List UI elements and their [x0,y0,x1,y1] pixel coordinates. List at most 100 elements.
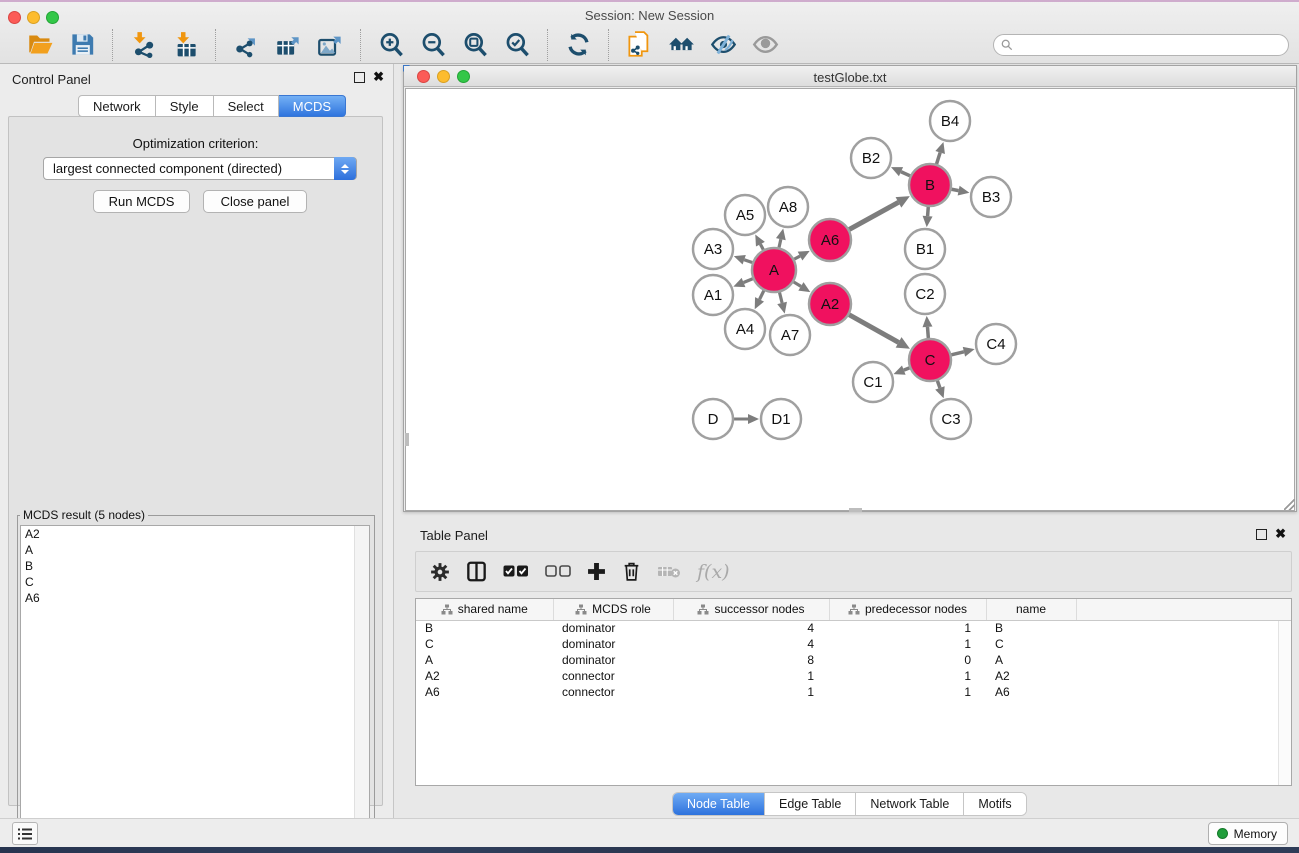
table-row[interactable]: Cdominator41C [416,636,1291,652]
tab-mcds[interactable]: MCDS [279,95,346,117]
graph-node-C1[interactable]: C1 [853,362,893,402]
function-builder-button[interactable]: f(x) [697,557,730,587]
table-row[interactable]: Adominator80A [416,652,1291,668]
combo-stepper-icon[interactable] [334,157,356,180]
table-cell[interactable]: 4 [673,620,829,636]
graph-edge-B-B1[interactable] [928,207,929,216]
graph-node-D1[interactable]: D1 [761,399,801,439]
delete-column-button[interactable] [622,557,641,587]
mcds-result-item[interactable]: A [21,542,369,558]
graph-node-A2[interactable]: A2 [809,283,851,325]
column-header-predecessor-nodes[interactable]: predecessor nodes [829,599,986,620]
graph-node-B4[interactable]: B4 [930,101,970,141]
graph-node-C3[interactable]: C3 [931,399,971,439]
table-cell[interactable]: B [416,620,553,636]
graph-edge-A-A1[interactable] [744,279,753,283]
table-cell[interactable]: A6 [416,684,553,700]
column-header-MCDS-role[interactable]: MCDS role [553,599,673,620]
mcds-result-item[interactable]: B [21,558,369,574]
tab-network[interactable]: Network [78,95,156,117]
graph-node-A7[interactable]: A7 [770,315,810,355]
graph-node-A5[interactable]: A5 [725,195,765,235]
graph-node-A6[interactable]: A6 [809,219,851,261]
save-session-button[interactable] [64,29,100,61]
table-cell[interactable]: 1 [673,684,829,700]
graph-edge-A-A8[interactable] [779,239,781,247]
tab-node-table[interactable]: Node Table [673,793,765,815]
table-cell[interactable]: 1 [829,636,986,652]
graph-edge-C-C4[interactable] [951,352,964,355]
canvas-vertical-scroll-thumb[interactable] [405,433,409,446]
import-table-button[interactable] [167,29,203,61]
table-cell[interactable]: 1 [673,668,829,684]
app-titlebar[interactable]: Session: New Session [0,2,1299,26]
table-row[interactable]: A6connector11A6 [416,684,1291,700]
delete-table-button[interactable] [657,557,681,587]
graph-node-B3[interactable]: B3 [971,177,1011,217]
column-header-name[interactable]: name [986,599,1076,620]
table-cell[interactable]: A2 [416,668,553,684]
graph-edge-A2-C[interactable] [849,315,898,343]
network-window-titlebar[interactable]: testGlobe.txt [404,66,1296,87]
graph-node-B2[interactable]: B2 [851,138,891,178]
column-header-shared-name[interactable]: shared name [416,599,553,620]
graph-node-B[interactable]: B [909,164,951,206]
home-button[interactable] [663,29,699,61]
graph-node-A[interactable]: A [752,248,796,292]
add-column-button[interactable] [587,557,606,587]
graph-node-A4[interactable]: A4 [725,309,765,349]
task-history-button[interactable] [12,822,38,845]
graph-edge-B-B2[interactable] [901,172,910,176]
graph-edge-C-C2[interactable] [927,327,928,338]
mcds-list-scrollbar[interactable] [354,526,369,853]
tab-style[interactable]: Style [156,95,214,117]
graph-node-C2[interactable]: C2 [905,274,945,314]
tab-network-table[interactable]: Network Table [856,793,964,815]
table-settings-button[interactable] [430,557,450,587]
zoom-selected-button[interactable] [499,29,535,61]
table-cell[interactable]: dominator [553,636,673,652]
table-cell[interactable]: connector [553,684,673,700]
float-panel-icon[interactable] [1256,529,1267,540]
graph-edge-A-A6[interactable] [794,256,800,259]
table-cell[interactable]: 0 [829,652,986,668]
column-header-successor-nodes[interactable]: successor nodes [673,599,829,620]
mcds-result-item[interactable]: A2 [21,526,369,542]
table-cell[interactable]: connector [553,668,673,684]
network-file-button[interactable] [621,29,657,61]
graph-edge-A-A5[interactable] [760,244,763,249]
canvas-horizontal-scroll-thumb[interactable] [849,508,862,512]
table-cell[interactable]: 1 [829,684,986,700]
zoom-in-button[interactable] [373,29,409,61]
memory-button[interactable]: Memory [1208,822,1288,845]
graph-node-C[interactable]: C [909,339,951,381]
table-cell[interactable]: 4 [673,636,829,652]
graph-node-B1[interactable]: B1 [905,229,945,269]
graph-node-A3[interactable]: A3 [693,229,733,269]
graph-node-C4[interactable]: C4 [976,324,1016,364]
hide-eye-button[interactable] [705,29,741,61]
table-cell[interactable]: C [416,636,553,652]
export-image-button[interactable] [312,29,348,61]
graph-edge-C-C3[interactable] [937,381,940,388]
close-panel-button[interactable]: Close panel [203,190,307,213]
tab-edge-table[interactable]: Edge Table [765,793,856,815]
table-cell[interactable]: dominator [553,652,673,668]
network-canvas[interactable]: AA6A2BCA5A8A3A1A4A7B2B4B3B1C2C4C1C3DD1 [405,88,1295,511]
table-cell[interactable]: 8 [673,652,829,668]
zoom-out-button[interactable] [415,29,451,61]
graph-node-D[interactable]: D [693,399,733,439]
graph-edge-C-C1[interactable] [904,368,910,370]
tab-motifs[interactable]: Motifs [964,793,1025,815]
tab-select[interactable]: Select [214,95,279,117]
mcds-result-list[interactable]: A2ABCA6 [20,525,370,853]
table-row[interactable]: A2connector11A2 [416,668,1291,684]
table-cell[interactable]: A [986,652,1076,668]
table-row[interactable]: Bdominator41B [416,620,1291,636]
close-panel-icon[interactable]: ✖ [373,69,384,85]
table-cell[interactable]: dominator [553,620,673,636]
select-all-button[interactable] [503,557,529,587]
mcds-result-item[interactable]: A6 [21,590,369,606]
graph-edge-B-B3[interactable] [952,189,959,190]
graph-edge-A-A2[interactable] [794,282,801,286]
